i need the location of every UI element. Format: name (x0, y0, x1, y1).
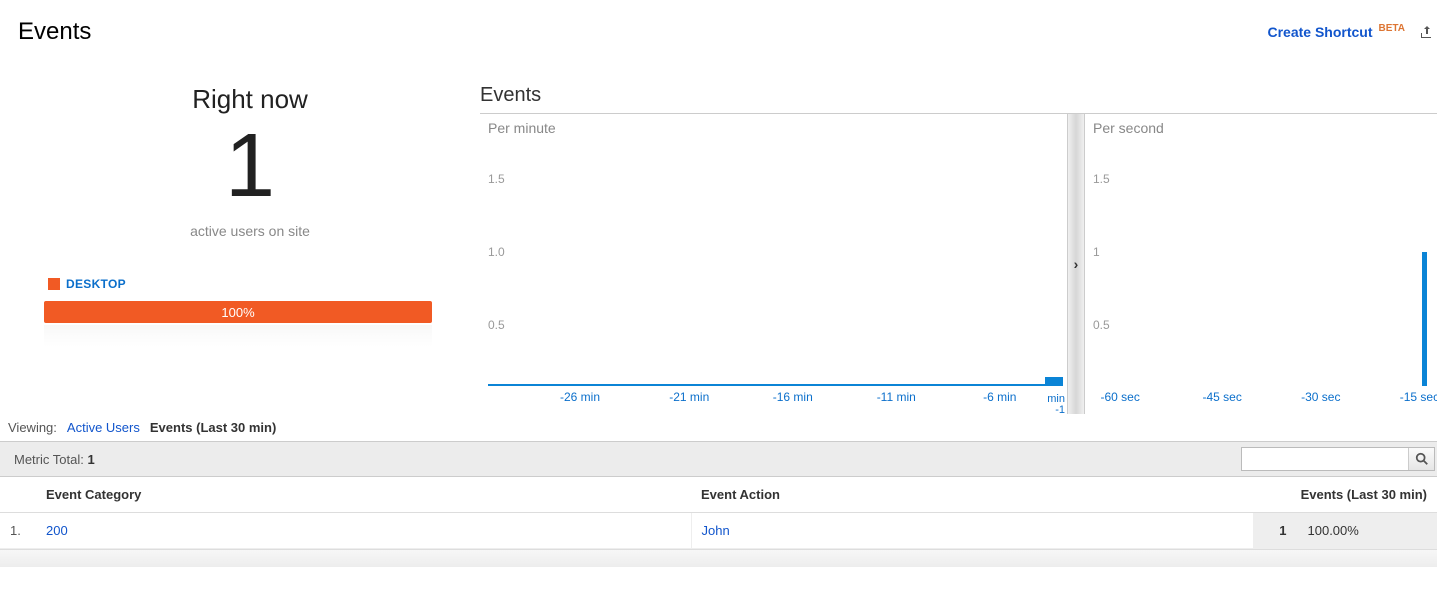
x-label: -30 sec (1301, 390, 1340, 404)
charts-title: Events (480, 84, 1437, 107)
search-icon (1415, 452, 1429, 466)
th-category[interactable]: Event Category (36, 477, 691, 513)
x-label: -6 min (983, 390, 1016, 404)
metric-total: Metric Total: 1 (14, 452, 95, 467)
row-category[interactable]: 200 (36, 513, 691, 549)
x-label: -11 min (877, 390, 916, 404)
chart-baseline (488, 384, 1063, 386)
y-label: 1.5 (1093, 172, 1110, 186)
rightnow-sub: active users on site (40, 223, 460, 239)
row-count: 1 (1253, 513, 1297, 549)
x-label: -21 min (669, 390, 709, 404)
chart-minute-title: Per minute (488, 120, 556, 136)
search-button[interactable] (1408, 448, 1434, 470)
x-label: -26 min (560, 390, 600, 404)
rightnow-panel: Right now 1 active users on site DESKTOP… (0, 84, 480, 414)
row-index: 1. (0, 513, 36, 549)
device-bar: 100% (44, 301, 432, 323)
row-action[interactable]: John (691, 513, 1253, 549)
device-label[interactable]: DESKTOP (66, 277, 126, 291)
create-shortcut-link[interactable]: Create Shortcut (1267, 24, 1372, 40)
device-bar-shadow (44, 325, 432, 347)
th-events[interactable]: Events (Last 30 min) (1253, 477, 1437, 513)
export-icon[interactable] (1417, 24, 1431, 40)
bar-minute (1045, 377, 1063, 386)
viewing-label: Viewing: (8, 420, 57, 435)
y-label: 0.5 (1093, 318, 1110, 332)
chart-divider[interactable]: › (1067, 114, 1085, 414)
chart-per-second: Per second 1.5 1 0.5 -60 sec -45 sec -30… (1085, 114, 1437, 414)
y-label: 1.0 (488, 245, 505, 259)
page-title: Events (18, 18, 91, 46)
x-label: -45 sec (1203, 390, 1242, 404)
search-input[interactable] (1242, 448, 1408, 470)
rightnow-title: Right now (40, 84, 460, 115)
search-group (1241, 447, 1435, 471)
beta-badge: BETA (1379, 23, 1405, 34)
y-label: 1.5 (488, 172, 505, 186)
x-label: -15 sec (1400, 390, 1437, 404)
th-action[interactable]: Event Action (691, 477, 1253, 513)
events-table: Event Category Event Action Events (Last… (0, 477, 1437, 549)
bar-second (1422, 252, 1427, 386)
desktop-swatch (48, 278, 60, 290)
y-label: 1 (1093, 245, 1100, 259)
footer-strip (0, 549, 1437, 567)
rightnow-value: 1 (40, 121, 460, 211)
row-pct: 100.00% (1297, 513, 1437, 549)
table-row[interactable]: 1. 200 John 1 100.00% (0, 513, 1437, 549)
chart-second-title: Per second (1093, 120, 1164, 136)
chevron-right-icon: › (1074, 256, 1079, 272)
tab-active-users[interactable]: Active Users (67, 420, 140, 435)
x-label: -16 min (773, 390, 813, 404)
x-label: -60 sec (1101, 390, 1140, 404)
chart-per-minute: Per minute 1.5 1.0 0.5 min -1 (480, 114, 1067, 414)
y-label: 0.5 (488, 318, 505, 332)
tab-events-last30[interactable]: Events (Last 30 min) (150, 420, 276, 435)
